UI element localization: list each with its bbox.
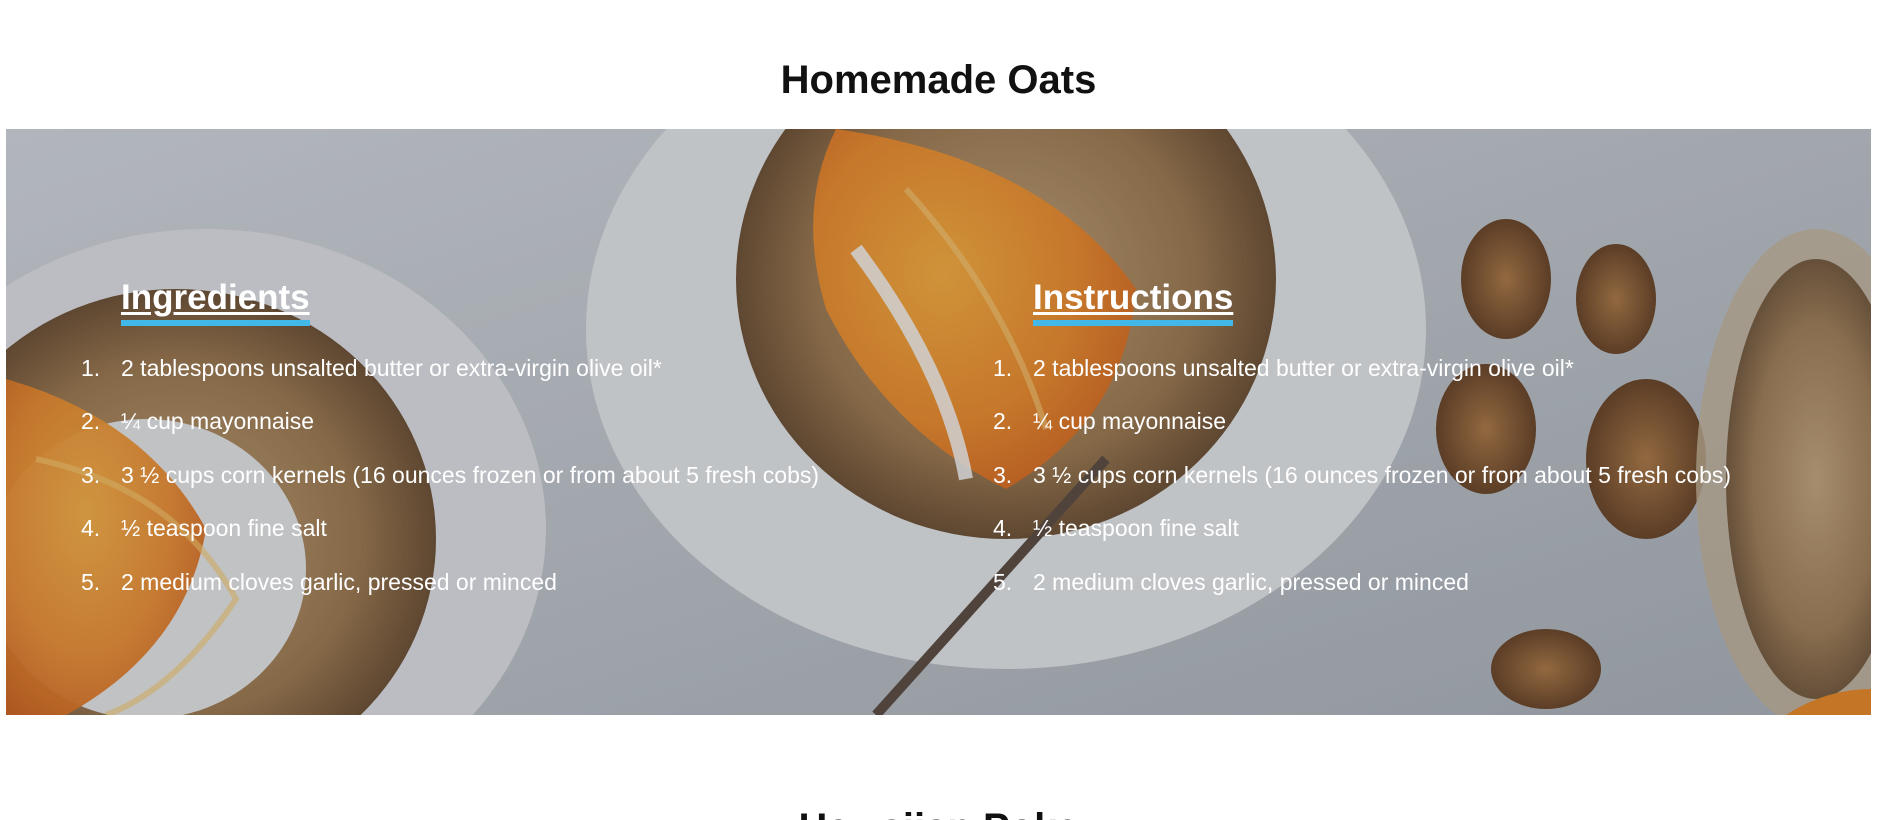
instructions-list: 1. 2 tablespoons unsalted butter or extra… <box>978 355 1858 623</box>
list-item-number: 2. <box>993 408 1013 434</box>
list-item-text: ½ teaspoon fine salt <box>121 515 327 541</box>
recipe-hero-banner: Ingredients 1. 2 tablespoons unsalted but… <box>6 129 1871 715</box>
list-item-text: ¼ cup mayonnaise <box>121 408 315 434</box>
list-item-number: 5. <box>81 568 101 595</box>
list-item-text: ½ teaspoon fine salt <box>1033 515 1239 541</box>
list-item-number: 5. <box>993 568 1013 595</box>
list-item: 3. 3 ½ cups corn kernels (16 ounces froze… <box>978 462 1858 516</box>
list-item-number: 4. <box>81 515 101 541</box>
list-item-number: 3. <box>993 461 1013 488</box>
list-item: 5. 2 medium cloves garlic, pressed or min… <box>978 569 1858 623</box>
list-item-text: 3 ½ cups corn kernels (16 ounces frozen … <box>1033 461 1732 488</box>
list-item: 2. ¼ cup mayonnaise <box>66 408 916 462</box>
list-item-text: 2 tablespoons unsalted butter or extra-v… <box>1033 354 1574 381</box>
instructions-section: Instructions 1. 2 tablespoons unsalted bu… <box>978 278 1858 623</box>
list-item-number: 1. <box>81 354 101 381</box>
list-item-text: ¼ cup mayonnaise <box>1033 408 1227 434</box>
list-item: 1. 2 tablespoons unsalted butter or extra… <box>978 355 1858 409</box>
list-item-text: 2 tablespoons unsalted butter or extra-v… <box>121 354 662 381</box>
list-item-number: 3. <box>81 461 101 488</box>
list-item-text: 3 ½ cups corn kernels (16 ounces frozen … <box>121 461 820 488</box>
list-item-number: 4. <box>993 515 1013 541</box>
list-item: 2. ¼ cup mayonnaise <box>978 408 1858 462</box>
recipe-page: Homemade Oats Ingredients 1. 2 tablespoo… <box>0 0 1877 820</box>
list-item: 4. ½ teaspoon fine salt <box>978 515 1858 569</box>
ingredients-list: 1. 2 tablespoons unsalted butter or extra… <box>66 355 916 623</box>
list-item: 1. 2 tablespoons unsalted butter or extra… <box>66 355 916 409</box>
list-item: 3. 3 ½ cups corn kernels (16 ounces froze… <box>66 462 916 516</box>
next-recipe-title: Hawaiian Poke <box>0 806 1877 820</box>
list-item: 4. ½ teaspoon fine salt <box>66 515 916 569</box>
list-item-number: 2. <box>81 408 101 434</box>
list-item-number: 1. <box>993 354 1013 381</box>
ingredients-heading: Ingredients <box>121 278 310 326</box>
recipe-title: Homemade Oats <box>780 58 1097 102</box>
ingredients-section: Ingredients 1. 2 tablespoons unsalted but… <box>66 278 916 623</box>
list-item-text: 2 medium cloves garlic, pressed or mince… <box>1033 568 1469 595</box>
list-item: 5. 2 medium cloves garlic, pressed or min… <box>66 569 916 623</box>
list-item-text: 2 medium cloves garlic, pressed or mince… <box>121 568 557 595</box>
instructions-heading: Instructions <box>1033 278 1234 326</box>
